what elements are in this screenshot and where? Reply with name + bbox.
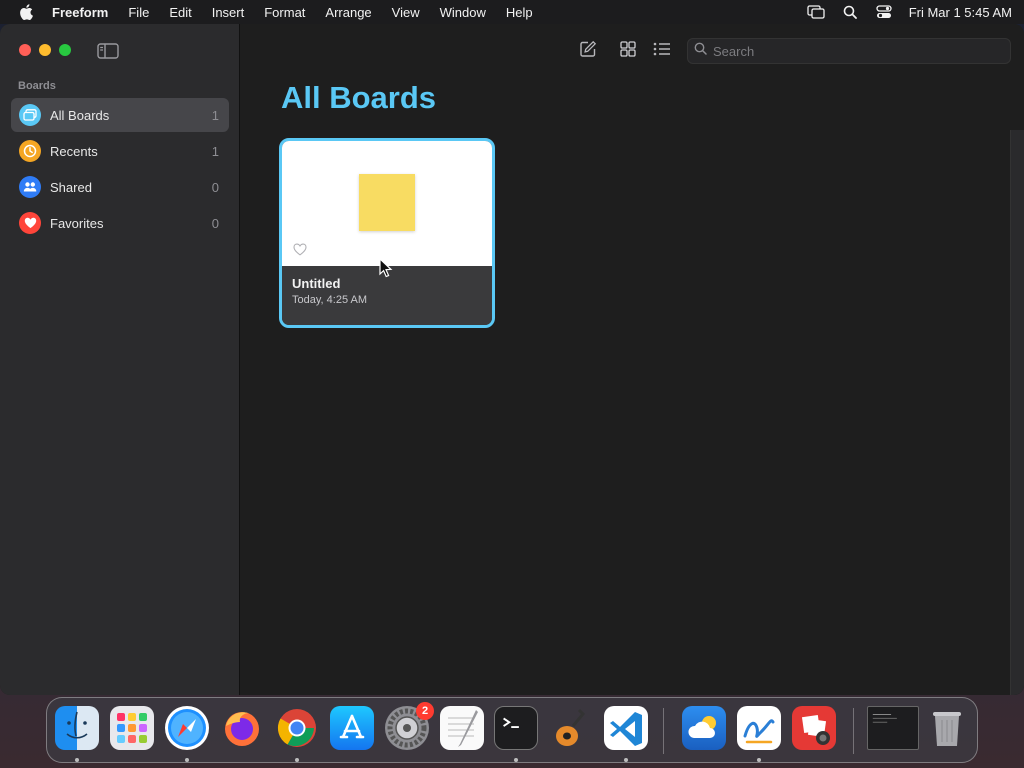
board-title: Untitled — [292, 276, 341, 291]
screen-mirroring-icon[interactable] — [799, 0, 833, 24]
running-indicator — [75, 758, 79, 762]
sidebar-item-shared[interactable]: Shared 0 — [11, 170, 229, 204]
chrome-icon[interactable] — [275, 706, 319, 750]
running-indicator — [295, 758, 299, 762]
board-thumbnail — [282, 141, 492, 266]
people-icon — [19, 176, 41, 198]
sidebar-item-favorites[interactable]: Favorites 0 — [11, 206, 229, 240]
terminal-icon[interactable] — [494, 706, 538, 750]
page-title: All Boards — [281, 80, 437, 115]
edit-menu[interactable]: Edit — [159, 0, 201, 24]
minimize-window-button[interactable] — [39, 44, 51, 56]
sidebar-list: All Boards 1 Recents 1 Shared 0 Favorite… — [11, 98, 229, 242]
sidebar-item-count: 0 — [211, 215, 219, 231]
favorite-heart-icon[interactable] — [293, 243, 307, 257]
sidebar-heading: Boards — [18, 80, 56, 92]
vscode-icon[interactable] — [604, 706, 648, 750]
running-indicator — [757, 758, 761, 762]
running-indicator — [624, 758, 628, 762]
grid-view-icon — [620, 40, 636, 62]
list-view-icon — [653, 42, 671, 61]
view-menu[interactable]: View — [382, 0, 430, 24]
menu-bar-clock[interactable]: Fri Mar 1 5:45 AM — [901, 5, 1012, 20]
menu-bar: Freeform File Edit Insert Format Arrange… — [0, 0, 1024, 24]
status-area: Fri Mar 1 5:45 AM — [799, 0, 1024, 24]
weather-icon[interactable] — [682, 706, 726, 750]
sidebar-item-label: Shared — [50, 179, 92, 195]
board-card[interactable]: Untitled Today, 4:25 AM — [279, 138, 495, 328]
search-input[interactable] — [713, 43, 993, 59]
spotlight-search-icon[interactable] — [833, 0, 867, 24]
trash-icon[interactable] — [925, 706, 969, 750]
dock-separator — [853, 708, 854, 754]
search-field[interactable] — [687, 38, 1011, 64]
grid-view-button[interactable] — [616, 40, 640, 62]
scrollbar[interactable] — [1010, 130, 1024, 695]
sidebar-toggle-icon[interactable] — [97, 43, 119, 59]
garageband-icon[interactable] — [549, 706, 593, 750]
sidebar-item-all-boards[interactable]: All Boards 1 — [11, 98, 229, 132]
app-store-icon[interactable] — [330, 706, 374, 750]
arrange-menu[interactable]: Arrange — [315, 0, 381, 24]
sidebar-item-label: Favorites — [50, 215, 104, 231]
window-controls — [19, 44, 71, 56]
heart-icon — [19, 212, 41, 234]
safari-icon[interactable] — [165, 706, 209, 750]
sidebar-item-count: 1 — [211, 107, 219, 123]
sidebar-item-label: Recents — [50, 143, 98, 159]
search-icon — [694, 42, 707, 60]
sidebar-item-recents[interactable]: Recents 1 — [11, 134, 229, 168]
board-date: Today, 4:25 AM — [292, 294, 368, 306]
firefox-icon[interactable] — [220, 706, 264, 750]
control-center-icon[interactable] — [867, 0, 901, 24]
sidebar: Boards All Boards 1 Recents 1 Shared 0 F… — [0, 24, 240, 695]
list-view-button[interactable] — [650, 40, 674, 62]
launchpad-icon[interactable] — [110, 706, 154, 750]
new-board-button[interactable] — [576, 40, 600, 62]
file-menu[interactable]: File — [118, 0, 159, 24]
mouse-pointer-icon — [379, 257, 393, 278]
running-indicator — [185, 758, 189, 762]
zoom-window-button[interactable] — [59, 44, 71, 56]
running-indicator — [514, 758, 518, 762]
close-window-button[interactable] — [19, 44, 31, 56]
format-menu[interactable]: Format — [254, 0, 315, 24]
apple-logo-icon[interactable] — [0, 4, 52, 20]
finder-icon[interactable] — [55, 706, 99, 750]
textedit-icon[interactable] — [440, 706, 484, 750]
clock-icon — [19, 140, 41, 162]
notification-badge: 2 — [416, 702, 434, 720]
freeform-icon[interactable] — [737, 706, 781, 750]
sticky-note-preview — [359, 174, 415, 231]
compose-icon — [579, 40, 597, 63]
minimized-window-icon[interactable] — [867, 706, 919, 750]
sidebar-item-count: 0 — [211, 179, 219, 195]
help-menu[interactable]: Help — [496, 0, 543, 24]
window-menu[interactable]: Window — [430, 0, 496, 24]
dock-separator — [663, 708, 664, 754]
dock: 2 — [46, 697, 978, 763]
main-content: All Boards Untitled Today, 4:25 AM — [241, 24, 1024, 695]
all-boards-icon — [19, 104, 41, 126]
sidebar-item-count: 1 — [211, 143, 219, 159]
freeform-window: Boards All Boards 1 Recents 1 Shared 0 F… — [0, 24, 1024, 695]
insert-menu[interactable]: Insert — [202, 0, 255, 24]
photo-booth-icon[interactable] — [792, 706, 836, 750]
sidebar-item-label: All Boards — [50, 107, 110, 123]
app-name-menu[interactable]: Freeform — [52, 0, 118, 24]
